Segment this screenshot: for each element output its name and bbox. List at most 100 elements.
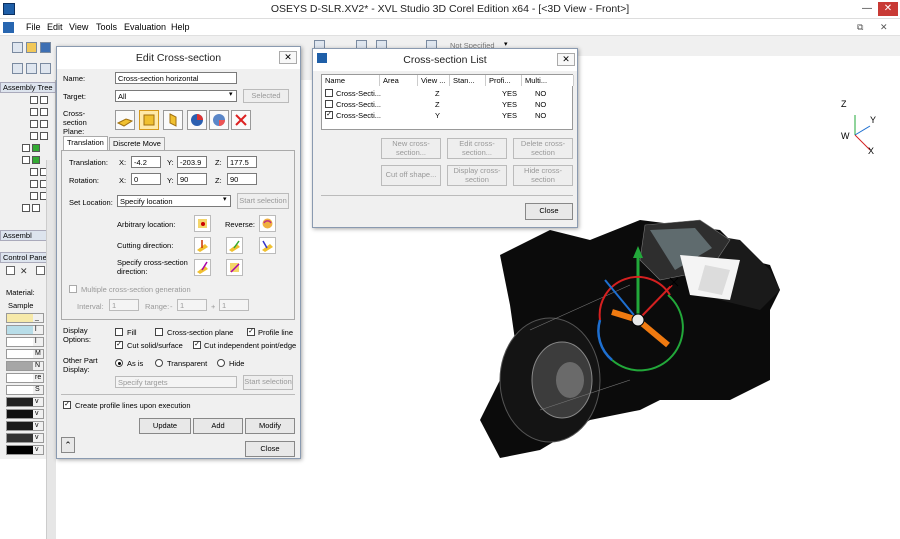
rotation-x-input[interactable]: 0 [131,173,161,185]
chevron-down-icon[interactable]: ▾ [504,40,508,48]
close-button[interactable]: Close [245,441,295,457]
menu-edit[interactable]: Edit [47,22,63,32]
translation-z-input[interactable]: 177.5 [227,156,257,168]
table-row[interactable]: Cross-Secti... Z YES NO [322,99,574,110]
collapse-icon[interactable]: ⌃ [61,437,75,453]
menu-file[interactable]: File [26,22,41,32]
col-multi[interactable]: Multi... [522,75,574,86]
chevron-down-icon[interactable]: ▾ [229,90,233,98]
close-doc-icon[interactable]: ✕ [880,22,888,33]
plane-xy-icon[interactable] [115,110,135,130]
table-row[interactable]: Cross-Secti... Z YES NO [322,88,574,99]
tab-discrete-move[interactable]: Discrete Move [109,137,165,150]
specify-targets-select[interactable]: Specify targets [115,376,237,388]
set-location-select[interactable]: Specify location [117,195,231,207]
col-stan[interactable]: Stan... [450,75,486,86]
arbitrary-location-icon[interactable] [194,215,211,232]
col-profile[interactable]: Profi... [486,75,522,86]
col-view[interactable]: View ... [418,75,450,86]
col-area[interactable]: Area [380,75,418,86]
material-sample-row[interactable]: M [6,349,44,359]
close-icon[interactable]: ✕ [557,53,575,66]
start-selection2-button[interactable]: Start selection [243,375,293,390]
material-sample-row[interactable]: _ [6,313,44,323]
row-checkbox[interactable]: ✓ [325,111,333,119]
rotation-z-input[interactable]: 90 [227,173,257,185]
tree-row[interactable] [30,108,56,119]
material-sample-row[interactable]: v [6,397,44,407]
range-from-input[interactable]: 1 [177,299,207,311]
material-sample-row[interactable]: v [6,421,44,431]
multiple-generation-checkbox[interactable] [69,285,77,293]
name-input[interactable]: Cross-section horizontal [115,72,237,84]
tree-row[interactable] [30,120,56,131]
material-sample-row[interactable]: l [6,325,44,335]
material-sample-row[interactable]: S [6,385,44,395]
edit-cross-section-button[interactable]: Edit cross-section... [447,138,507,159]
section-sphere-icon[interactable] [187,110,207,130]
delete-cross-section-button[interactable]: Delete cross-section [513,138,573,159]
tree-row[interactable] [22,144,48,155]
tree-row[interactable] [22,156,48,167]
open-icon[interactable] [26,42,37,53]
target-select[interactable]: All [115,90,237,102]
range-to-input[interactable]: 1 [219,299,249,311]
hide-radio[interactable] [217,359,225,367]
start-selection-button[interactable]: Start selection [237,193,289,209]
display-cross-section-button[interactable]: Display cross-section [447,165,507,186]
material-sample-row[interactable]: l [6,337,44,347]
close-icon[interactable]: ✕ [279,51,297,64]
update-button[interactable]: Update [139,418,191,434]
transparent-radio[interactable] [155,359,163,367]
save-icon[interactable] [40,42,51,53]
check-icon[interactable] [36,266,45,275]
table-row[interactable]: ✓ Cross-Secti... Y YES NO [322,110,574,121]
fill-checkbox[interactable] [115,328,123,336]
chevron-down-icon[interactable]: ▾ [223,195,227,203]
restore-icon[interactable]: ⧉ [857,22,863,33]
material-sample-row[interactable]: v [6,433,44,443]
delete-icon[interactable]: ✕ [20,266,28,277]
cut-dir-y-icon[interactable] [226,237,243,254]
tab-translation[interactable]: Translation [63,136,108,150]
row-checkbox[interactable] [325,100,333,108]
menu-evaluation[interactable]: Evaluation [124,22,166,32]
profile-line-checkbox[interactable]: ✓ [247,328,255,336]
cut-independent-checkbox[interactable]: ✓ [193,341,201,349]
material-sample-row[interactable]: re [6,373,44,383]
fit-icon[interactable] [12,63,23,74]
translation-x-input[interactable]: -4.2 [131,156,161,168]
modify-button[interactable]: Modify [245,418,295,434]
material-sample-row[interactable]: N [6,361,44,371]
delete-plane-icon[interactable] [231,110,251,130]
section-sphere2-icon[interactable] [209,110,229,130]
cut-dir-x-icon[interactable] [194,237,211,254]
minimize-icon[interactable]: — [857,2,877,16]
left-scrollbar[interactable] [46,160,56,539]
zoom-icon[interactable] [26,63,37,74]
close-window-icon[interactable]: ✕ [878,2,898,16]
cut-dir-z-icon[interactable] [259,237,276,254]
menu-view[interactable]: View [69,22,88,32]
interval-input[interactable]: 1 [109,299,139,311]
new-cross-section-button[interactable]: New cross-section... [381,138,441,159]
selected-button[interactable]: Selected [243,89,289,103]
menu-help[interactable]: Help [171,22,190,32]
cut-off-shape-button[interactable]: Cut off shape... [381,165,441,186]
tree-row[interactable] [30,132,56,143]
menu-tools[interactable]: Tools [96,22,117,32]
specify-dir-icon[interactable] [194,259,211,276]
rotate-icon[interactable] [40,63,51,74]
create-profile-checkbox[interactable]: ✓ [63,401,71,409]
plane-checkbox[interactable] [155,328,163,336]
hide-cross-section-button[interactable]: Hide cross-section [513,165,573,186]
panel-tool-icon[interactable] [6,266,15,275]
col-name[interactable]: Name [322,75,380,86]
reverse-icon[interactable] [259,215,276,232]
list-close-button[interactable]: Close [525,203,573,220]
row-checkbox[interactable] [325,89,333,97]
plane-yz-icon[interactable] [163,110,183,130]
as-is-radio[interactable] [115,359,123,367]
add-button[interactable]: Add [193,418,243,434]
material-sample-row[interactable]: v [6,409,44,419]
